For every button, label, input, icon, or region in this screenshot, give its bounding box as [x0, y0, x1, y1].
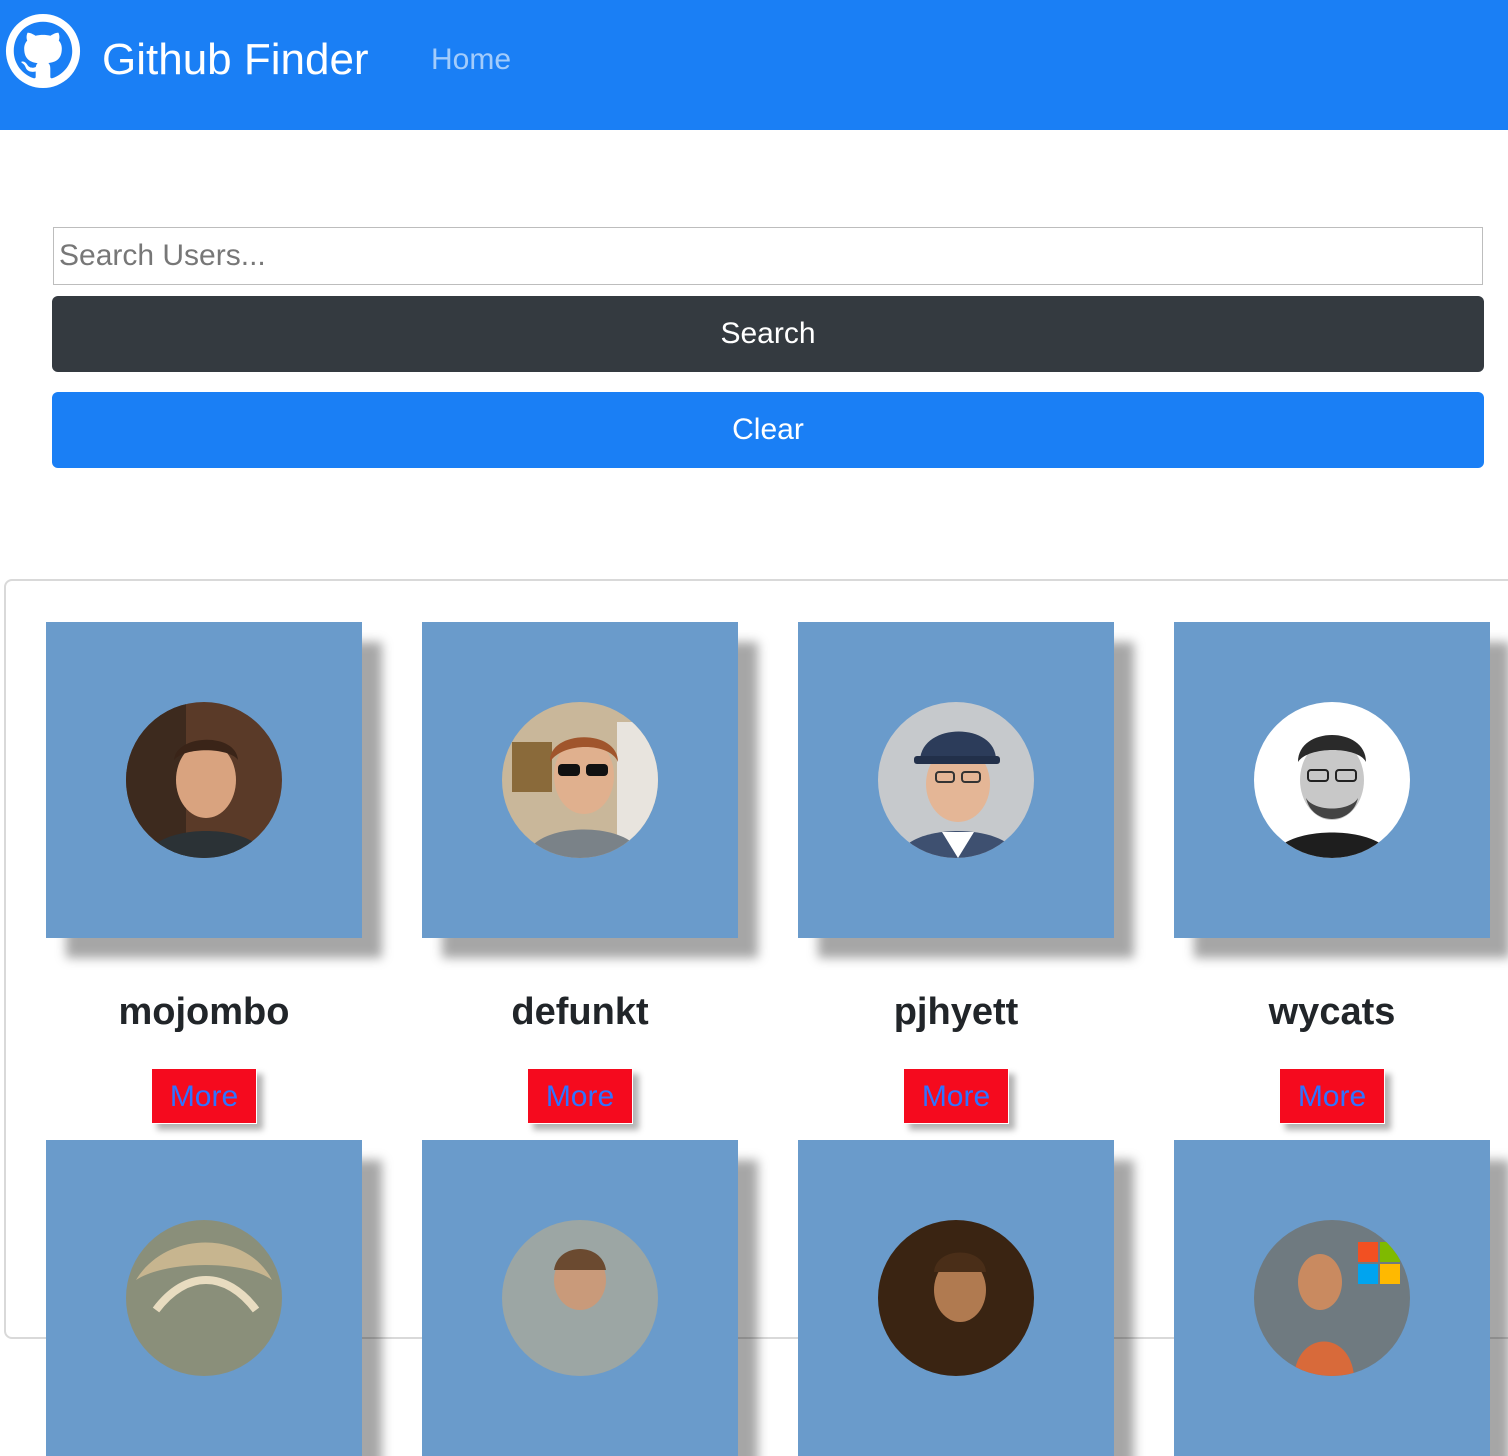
user-login: mojombo [118, 991, 290, 1033]
avatar [878, 702, 1034, 858]
user-card-box [46, 622, 362, 938]
clear-button[interactable]: Clear [52, 392, 1484, 468]
avatar [502, 1220, 658, 1376]
navbar: Github Finder Home [0, 0, 1508, 130]
brand-title[interactable]: Github Finder [102, 34, 369, 86]
user-login: pjhyett [893, 991, 1019, 1033]
avatar [878, 1220, 1034, 1376]
avatar [126, 1220, 282, 1376]
users-grid: mojombo More defunkt More pjhyett More w… [4, 579, 1508, 1456]
more-button[interactable]: More [1279, 1068, 1385, 1124]
user-card-box [46, 1140, 362, 1456]
avatar [1254, 1220, 1410, 1376]
user-card-box [1174, 1140, 1490, 1456]
more-button[interactable]: More [903, 1068, 1009, 1124]
user-card-box [1174, 622, 1490, 938]
avatar [502, 702, 658, 858]
avatar [1254, 702, 1410, 858]
user-card-box [422, 1140, 738, 1456]
more-button[interactable]: More [151, 1068, 257, 1124]
search-button[interactable]: Search [52, 296, 1484, 372]
nav-home-link[interactable]: Home [431, 42, 511, 78]
user-card-box [798, 1140, 1114, 1456]
avatar [126, 702, 282, 858]
user-login: wycats [1268, 991, 1396, 1033]
search-input[interactable] [53, 227, 1483, 285]
more-button[interactable]: More [527, 1068, 633, 1124]
github-icon[interactable] [4, 12, 82, 90]
user-login: defunkt [511, 991, 649, 1033]
user-card-box [798, 622, 1114, 938]
user-card-box [422, 622, 738, 938]
